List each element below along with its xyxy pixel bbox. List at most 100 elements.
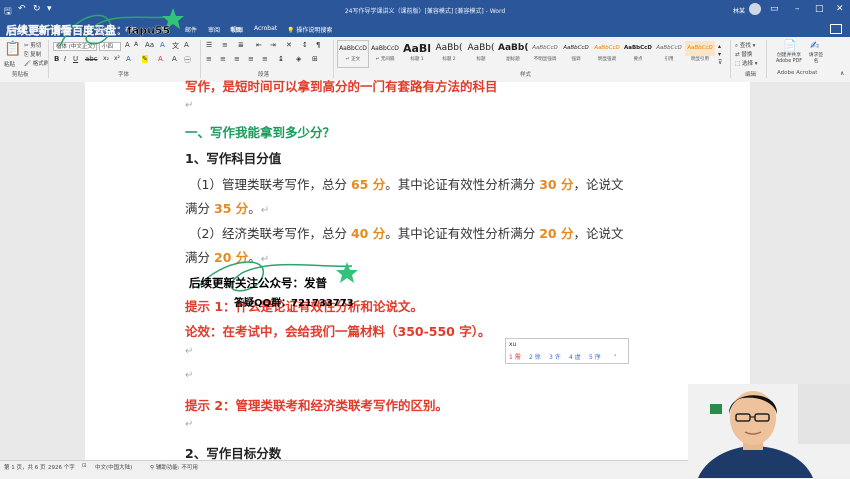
editing-group-label: 编辑	[745, 72, 757, 78]
document-page[interactable]: 写作，是短时间可以拿到高分的一门有套路有方法的科目 ↵ 一、写作我能拿到多少分？…	[85, 79, 750, 461]
style-intense-emphasis[interactable]: AaBbCcD 明显强调	[592, 41, 622, 67]
line-spacing-icon[interactable]: ↨	[278, 55, 284, 63]
paste-icon[interactable]: 📋	[4, 41, 21, 57]
select-button[interactable]: ⬚ 选择 ▾	[735, 59, 757, 67]
minimize-icon[interactable]: –	[795, 4, 800, 14]
find-button[interactable]: ⌕ 查找 ▾	[735, 41, 755, 50]
user-name[interactable]: 林某	[733, 6, 745, 15]
tab-mailings[interactable]: 邮件	[185, 25, 197, 34]
ime-candidate[interactable]: 1 需	[509, 352, 521, 361]
separator	[333, 40, 334, 78]
style-sample: AaBb(	[435, 43, 463, 53]
avatar[interactable]	[749, 3, 761, 15]
align-right-icon[interactable]: ≡	[234, 55, 240, 63]
accessibility-label: 辅助功能: 不可用	[155, 465, 198, 471]
paragraph-management: （1）管理类联考写作，总分 65 分。其中论证有效性分析满分 30 分，论说文	[189, 174, 623, 193]
copy-button[interactable]: ⎘ 复制	[24, 50, 41, 59]
maximize-icon[interactable]: □	[815, 4, 824, 14]
tab-acrobat[interactable]: Acrobat	[254, 25, 277, 32]
style-name: 副标题	[506, 57, 520, 62]
share-icon[interactable]	[830, 24, 842, 34]
distributed-icon[interactable]: ≡	[262, 55, 268, 63]
style-name: 标题 2	[442, 57, 456, 62]
tab-help[interactable]: 帮助	[230, 25, 242, 34]
font-group-label: 字体	[118, 72, 130, 78]
style-emphasis[interactable]: AaBbCcD 强调	[561, 41, 591, 67]
document-title: 24写作导学课讲义（课前版）[兼容模式] [兼容模式] - Word	[344, 8, 506, 15]
borders-icon[interactable]: ⊞	[312, 55, 318, 63]
ime-input: xu	[509, 341, 517, 348]
page-count[interactable]: 第 1 页，共 6 页	[4, 463, 46, 471]
align-center-icon[interactable]: ≡	[220, 55, 226, 63]
style-subtitle[interactable]: AaBb( 副标题	[498, 41, 528, 67]
format-painter-button[interactable]: 🖌 格式刷	[24, 59, 49, 67]
close-icon[interactable]: ✕	[836, 4, 844, 14]
separator	[200, 40, 201, 78]
enclose-char-icon[interactable]: ㊀	[184, 55, 191, 65]
styles-scroll-down-icon[interactable]: ▾	[718, 51, 721, 58]
align-left-icon[interactable]: ≡	[206, 55, 212, 63]
score: 40 分	[350, 226, 386, 241]
ribbon-display-icon[interactable]: ▭	[770, 4, 779, 14]
style-sample: AaBbCcD	[685, 41, 715, 56]
sort-icon[interactable]: ↕	[302, 41, 308, 49]
increase-indent-icon[interactable]: ⇥	[270, 41, 276, 49]
redo-icon[interactable]: ↻	[33, 4, 41, 14]
paragraph-mark: ↵	[185, 346, 194, 357]
multilevel-list-icon[interactable]: ≣	[238, 41, 244, 49]
style-heading-1[interactable]: AaBl 标题 1	[402, 41, 432, 67]
numbering-icon[interactable]: ≡	[222, 41, 228, 49]
watermark-top: 后续更新请看百度云盘：fapu55	[6, 24, 171, 37]
text: ，论说文	[573, 177, 624, 192]
show-marks-icon[interactable]: ¶	[316, 41, 320, 49]
decrease-indent-icon[interactable]: ⇤	[256, 41, 262, 49]
ime-candidate[interactable]: 5 序	[589, 352, 601, 361]
replace-label: 替换	[741, 52, 753, 58]
style-strong[interactable]: AaBbCcD 要点	[623, 41, 653, 67]
style-no-spacing[interactable]: AaBbCcD ↵ 无间隔	[370, 41, 400, 67]
save-icon[interactable]: 🖫	[4, 4, 12, 20]
presenter-video	[688, 384, 850, 478]
tab-review[interactable]: 审阅	[208, 25, 220, 34]
styles-scroll-up-icon[interactable]: ▴	[718, 43, 721, 50]
paragraph-management-cont: 满分 35 分。↵	[185, 198, 269, 217]
style-heading-2[interactable]: AaBb( 标题 2	[434, 41, 464, 67]
style-sample: AaBb(	[467, 43, 495, 53]
proofing-icon[interactable]: ⊡	[82, 463, 87, 469]
tell-me-label: 操作说明搜索	[296, 27, 333, 34]
word-count[interactable]: 2926 个字	[48, 463, 75, 471]
style-normal[interactable]: AaBbCcD ↵ 正文	[337, 40, 369, 68]
ime-candidate[interactable]: 2 徐	[529, 352, 541, 361]
style-sample: AaBbCcD	[594, 45, 620, 51]
cut-button[interactable]: ✂ 剪切	[24, 41, 41, 49]
style-title[interactable]: AaBb( 标题	[466, 41, 496, 67]
style-intense-quote[interactable]: AaBbCcD 明显引用	[685, 41, 715, 67]
clipboard-group-label: 剪贴板	[12, 72, 29, 78]
styles-more-icon[interactable]: ⊽	[718, 59, 722, 66]
chinese-layout-icon[interactable]: ✕	[286, 41, 292, 49]
style-name: ↵ 无间隔	[375, 57, 395, 62]
request-signature-icon[interactable]: ✍	[810, 39, 819, 52]
copy-label: 复制	[30, 52, 42, 58]
justify-icon[interactable]: ≡	[248, 55, 254, 63]
paste-button[interactable]: 粘贴	[4, 60, 15, 68]
undo-icon[interactable]: ↶	[18, 4, 26, 14]
ime-candidate[interactable]: 3 许	[549, 352, 561, 361]
tell-me-search[interactable]: 💡 操作说明搜索	[287, 25, 332, 34]
language[interactable]: 中文(中国大陆)	[95, 463, 132, 471]
style-sample: AaBb(	[498, 43, 528, 53]
collapse-ribbon-icon[interactable]: ∧	[840, 70, 844, 77]
create-share-pdf-button[interactable]: 创建并共享 Adobe PDF	[772, 53, 806, 65]
request-signature-button[interactable]: 请求签名	[808, 53, 824, 65]
ime-candidate[interactable]: 4 虚	[569, 352, 581, 361]
subheading-1: 1、写作科目分值	[185, 151, 282, 166]
style-quote[interactable]: AaBbCcD 引用	[654, 41, 684, 67]
replace-button[interactable]: ⇄ 替换	[735, 50, 752, 58]
customize-toolbar-icon[interactable]: ▾	[47, 4, 52, 14]
shading-icon[interactable]: ◈	[296, 55, 301, 63]
create-pdf-icon[interactable]: 📄	[783, 39, 797, 52]
accessibility-status[interactable]: ⚲ 辅助功能: 不可用	[150, 463, 198, 471]
bullets-icon[interactable]: ☰	[206, 41, 212, 49]
ime-next-page-icon[interactable]: ›	[614, 352, 616, 359]
style-subtle-emphasis[interactable]: AaBbCcD 不明显强调	[530, 41, 560, 67]
